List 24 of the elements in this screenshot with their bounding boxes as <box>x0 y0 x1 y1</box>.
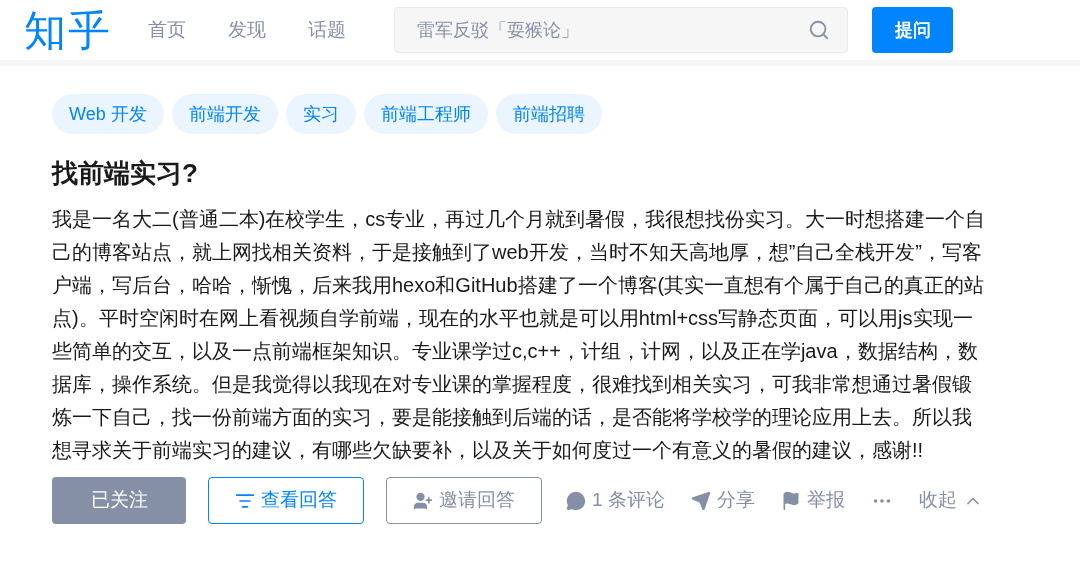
invite-button[interactable]: 邀请回答 <box>386 477 542 524</box>
search-field[interactable]: 雷军反驳「耍猴论」 <box>394 7 848 53</box>
paper-plane-icon <box>690 490 711 511</box>
search-icon[interactable] <box>808 19 830 41</box>
topic-tag[interactable]: 前端开发 <box>171 94 278 134</box>
comment-button[interactable]: 1 条评论 <box>566 486 665 515</box>
report-button[interactable]: 举报 <box>780 486 845 515</box>
question-title: 找前端实习? <box>52 157 199 190</box>
topic-tag[interactable]: Web 开发 <box>52 94 164 134</box>
question-body: 我是一名大二(普通二本)在校学生，cs专业，再过几个月就到暑假，我很想找份实习。大一时想搭建一个自己的博客站点，就上网找相关资料，于是接触到了web开发，当时不知天高地厚，想”自己全栈开发”，写客户端，写后台，哈哈，惭愧，后来我用hexo和GitHub搭建了一个博客(其实一直想有个属于自己的真正的站点)。平时空闲时在网上看视频自学前端，现在的水平也就是可以用html+css写静态页面，可以用js实现一些简单的交互，以及一点前端框架知识。专业课学过c,c++，计组，计网，以及正在学java，数据结构，数据库，操作系统。但是我觉得以我现在对专业课的掌握程度，很难找到相关实习，可我非常想通过暑假锻炼一下自己，找一份前端方面的实习，要是能接触到后端的话，是否能将学校学的理论应用上去。所以我想寻求关于前端实习的建议，有哪些欠缺要补，以及关于如何度过一个有意义的暑假的建议，感谢!! <box>52 207 987 463</box>
nav-link[interactable]: 话题 <box>308 15 346 45</box>
share-button[interactable]: 分享 <box>690 486 755 515</box>
speech-bubble-icon <box>566 490 586 511</box>
topic-tag[interactable]: 前端工程师 <box>363 94 488 134</box>
logo[interactable]: 知乎 <box>24 0 112 62</box>
nav-link[interactable]: 首页 <box>148 15 186 45</box>
topic-tag[interactable]: 实习 <box>285 94 356 134</box>
follow-button[interactable]: 已关注 <box>52 477 186 524</box>
collapse-button[interactable]: 收起 <box>918 486 983 515</box>
add-user-icon <box>413 490 433 511</box>
topic-tag[interactable]: 前端招聘 <box>495 94 602 134</box>
nav-link[interactable]: 发现 <box>228 15 266 45</box>
ask-button[interactable]: 提问 <box>872 7 953 53</box>
view-answers-button[interactable]: 查看回答 <box>208 477 364 524</box>
